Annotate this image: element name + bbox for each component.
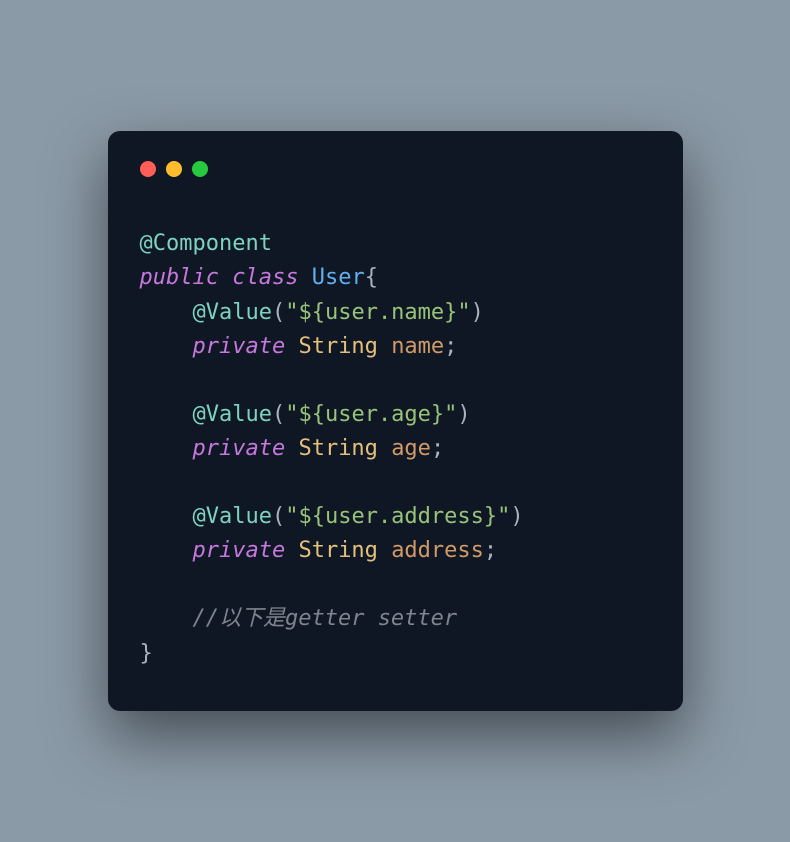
indent [140, 436, 193, 461]
paren-close: ) [510, 504, 523, 529]
paren-open: ( [272, 402, 285, 427]
class-name: User [312, 265, 365, 290]
comment: //以下是getter setter [192, 606, 457, 631]
semicolon: ; [444, 334, 457, 359]
indent [140, 402, 193, 427]
annotation-value: @Value [192, 504, 271, 529]
minimize-icon[interactable] [166, 161, 182, 177]
field-age: age [391, 436, 431, 461]
type-string: String [298, 538, 377, 563]
annotation-value: @Value [192, 300, 271, 325]
type-string: String [298, 436, 377, 461]
brace-close: } [140, 641, 153, 666]
indent [140, 334, 193, 359]
quote: " [444, 402, 457, 427]
maximize-icon[interactable] [192, 161, 208, 177]
annotation-component: @Component [140, 231, 272, 256]
space [378, 334, 391, 359]
indent [140, 606, 193, 631]
quote: " [285, 300, 298, 325]
semicolon: ; [484, 538, 497, 563]
brace-open: { [365, 265, 378, 290]
space [285, 436, 298, 461]
paren-close: ) [457, 402, 470, 427]
code-block: @Component public class User{ @Value("${… [140, 227, 651, 670]
indent [140, 538, 193, 563]
keyword-public: public [140, 265, 219, 290]
quote: " [285, 402, 298, 427]
space [378, 436, 391, 461]
value-address: ${user.address} [298, 504, 497, 529]
code-window: @Component public class User{ @Value("${… [108, 131, 683, 710]
space [285, 334, 298, 359]
indent [140, 504, 193, 529]
close-icon[interactable] [140, 161, 156, 177]
value-name: ${user.name} [298, 300, 457, 325]
value-age: ${user.age} [298, 402, 444, 427]
semicolon: ; [431, 436, 444, 461]
paren-open: ( [272, 300, 285, 325]
paren-open: ( [272, 504, 285, 529]
quote: " [457, 300, 470, 325]
traffic-lights [140, 161, 651, 177]
keyword-private: private [192, 538, 285, 563]
quote: " [497, 504, 510, 529]
keyword-class: class [232, 265, 298, 290]
field-address: address [391, 538, 484, 563]
paren-close: ) [471, 300, 484, 325]
space [285, 538, 298, 563]
quote: " [285, 504, 298, 529]
space [298, 265, 311, 290]
keyword-private: private [192, 436, 285, 461]
annotation-value: @Value [192, 402, 271, 427]
type-string: String [298, 334, 377, 359]
space [219, 265, 232, 290]
keyword-private: private [192, 334, 285, 359]
indent [140, 300, 193, 325]
field-name: name [391, 334, 444, 359]
space [378, 538, 391, 563]
